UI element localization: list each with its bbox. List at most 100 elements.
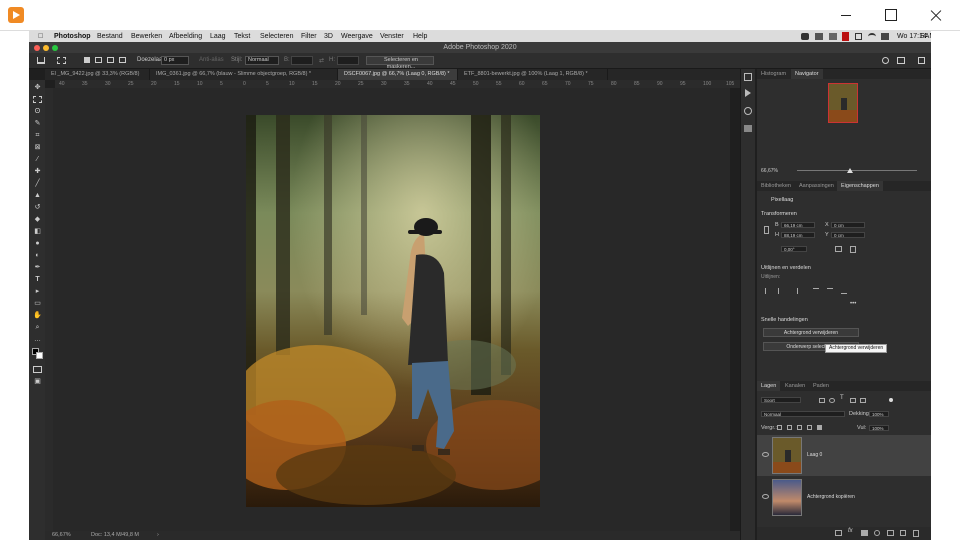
menu-venster[interactable]: Venster (380, 31, 404, 42)
display-icon[interactable] (855, 33, 862, 40)
creative-cloud-icon[interactable] (801, 33, 809, 40)
layer-name[interactable]: Achtergrond kopiëren (807, 494, 855, 500)
quick-mask-icon[interactable] (33, 366, 42, 373)
dodge-tool-icon[interactable]: ◐ (33, 252, 42, 259)
healing-tool-icon[interactable]: ✚ (33, 168, 42, 175)
menu-weergave[interactable]: Weergave (341, 31, 373, 42)
forest-photo[interactable] (246, 115, 540, 507)
new-selection-icon[interactable] (84, 57, 90, 63)
traffic-minimize-icon[interactable] (43, 45, 49, 51)
history-panel-icon[interactable] (744, 73, 752, 81)
add-mask-icon[interactable] (861, 530, 868, 536)
zoom-slider-handle[interactable] (847, 168, 853, 173)
record-icon[interactable] (842, 32, 849, 41)
flag-icon[interactable] (881, 33, 889, 40)
visibility-eye-icon[interactable] (762, 452, 769, 457)
delete-layer-icon[interactable] (913, 530, 919, 537)
actions-panel-icon[interactable] (745, 89, 751, 97)
filter-pixel-icon[interactable] (819, 398, 825, 403)
wifi-icon[interactable] (868, 33, 876, 40)
close-icon[interactable] (925, 5, 947, 25)
menu-3d[interactable]: 3D (324, 31, 333, 42)
select-mask-button[interactable]: Selecteren en maskeren... (366, 56, 434, 70)
share-icon[interactable] (918, 57, 925, 64)
new-layer-icon[interactable] (900, 530, 906, 536)
swap-icon[interactable]: ⇄ (319, 57, 324, 64)
align-right-icon[interactable] (792, 288, 798, 294)
layer-row-0[interactable]: Laag 0 (757, 435, 931, 476)
home-icon[interactable] (37, 57, 45, 64)
blur-tool-icon[interactable]: ● (33, 240, 42, 247)
filter-smart-icon[interactable] (860, 398, 866, 403)
filter-shape-icon[interactable] (850, 398, 856, 403)
x-field[interactable]: 0 cm (831, 222, 865, 228)
width-field[interactable]: 66,19 cm (781, 222, 815, 228)
navigator-thumbnail[interactable] (828, 83, 858, 123)
align-vcenter-icon[interactable] (827, 288, 833, 294)
brush-tool-icon[interactable]: ╱ (33, 180, 42, 187)
layer-kind-filter[interactable]: Soort (761, 397, 801, 403)
menu-help[interactable]: Help (413, 31, 427, 42)
quick-select-tool-icon[interactable]: ✎ (33, 120, 42, 127)
search-icon[interactable] (882, 57, 889, 64)
lasso-tool-icon[interactable]: ʘ (33, 108, 42, 115)
screen-mode-icon[interactable]: ▣ (33, 378, 42, 385)
menu-tekst[interactable]: Tekst (234, 31, 250, 42)
lock-pixels-icon[interactable] (787, 425, 792, 430)
user-name[interactable]: EAM (920, 31, 931, 42)
move-tool-icon[interactable]: ✥ (33, 84, 42, 91)
traffic-zoom-icon[interactable] (52, 45, 58, 51)
marquee-tool-icon[interactable] (33, 96, 42, 103)
info-panel-icon[interactable] (744, 107, 752, 115)
history-brush-icon[interactable]: ↺ (33, 204, 42, 211)
y-field[interactable]: 0 cm (831, 232, 865, 238)
menu-bestand[interactable]: Bestand (97, 31, 123, 42)
menu-laag[interactable]: Laag (210, 31, 226, 42)
quick-actions-heading[interactable]: Snelle handelingen (761, 317, 808, 323)
doc-tab-4[interactable]: ETF_8801-bewerkt.jpg @ 100% (Laag 1, RGB… (458, 69, 608, 80)
menu-filter[interactable]: Filter (301, 31, 317, 42)
blend-mode-select[interactable]: Normaal (761, 411, 845, 417)
lock-artboard-icon[interactable] (807, 425, 812, 430)
align-left-icon[interactable] (765, 288, 771, 294)
hand-tool-icon[interactable]: ✋ (33, 312, 42, 319)
marquee-preset-icon[interactable] (57, 57, 66, 64)
background-color-swatch[interactable] (36, 352, 43, 359)
height-input[interactable] (337, 56, 359, 65)
add-selection-icon[interactable] (95, 57, 102, 63)
tab-channels[interactable]: Kanalen (781, 381, 809, 391)
visibility-eye-icon[interactable] (762, 494, 769, 499)
lock-position-icon[interactable] (797, 425, 802, 430)
doc-tab-2[interactable]: IMG_0361.jpg @ 66,7% (blauw - Slimme obj… (150, 69, 338, 80)
adjustment-layer-icon[interactable] (874, 530, 880, 536)
fill-input[interactable]: 100% (869, 425, 889, 431)
eraser-tool-icon[interactable]: ◆ (33, 216, 42, 223)
stamp-tool-icon[interactable]: ▲ (33, 192, 42, 199)
opacity-input[interactable]: 100% (869, 411, 889, 417)
gradient-tool-icon[interactable]: ◧ (33, 228, 42, 235)
feather-input[interactable]: 0 px (161, 56, 189, 65)
filter-toggle-icon[interactable] (889, 398, 893, 402)
crop-tool-icon[interactable]: ⌗ (33, 132, 42, 139)
transform-heading[interactable]: Transformeren (761, 211, 797, 217)
layer-name[interactable]: Laag 0 (807, 452, 822, 458)
traffic-close-icon[interactable] (34, 45, 40, 51)
flip-horizontal-icon[interactable] (835, 246, 842, 252)
filter-type-icon[interactable]: T (840, 395, 844, 401)
width-input[interactable] (291, 56, 313, 65)
canvas-area[interactable] (53, 88, 730, 533)
style-select[interactable]: Normaal (245, 56, 279, 65)
subtract-selection-icon[interactable] (107, 57, 114, 63)
zoom-tool-icon[interactable]: ⌕ (33, 324, 42, 331)
angle-field[interactable]: 0,00° (781, 246, 807, 252)
anti-alias-checkbox[interactable]: Anti-alias (199, 57, 224, 63)
navigator-zoom[interactable]: 66,67% (761, 168, 778, 174)
align-top-icon[interactable] (813, 288, 819, 294)
align-heading[interactable]: Uitlijnen en verdelen (761, 265, 811, 271)
menu-selecteren[interactable]: Selecteren (260, 31, 293, 42)
link-dimensions-icon[interactable] (764, 226, 769, 234)
tab-navigator[interactable]: Navigator (791, 69, 823, 79)
tab-paths[interactable]: Paden (809, 381, 833, 391)
tab-adjustments[interactable]: Aanpassingen (795, 181, 838, 191)
clipboard-icon[interactable] (829, 33, 837, 40)
